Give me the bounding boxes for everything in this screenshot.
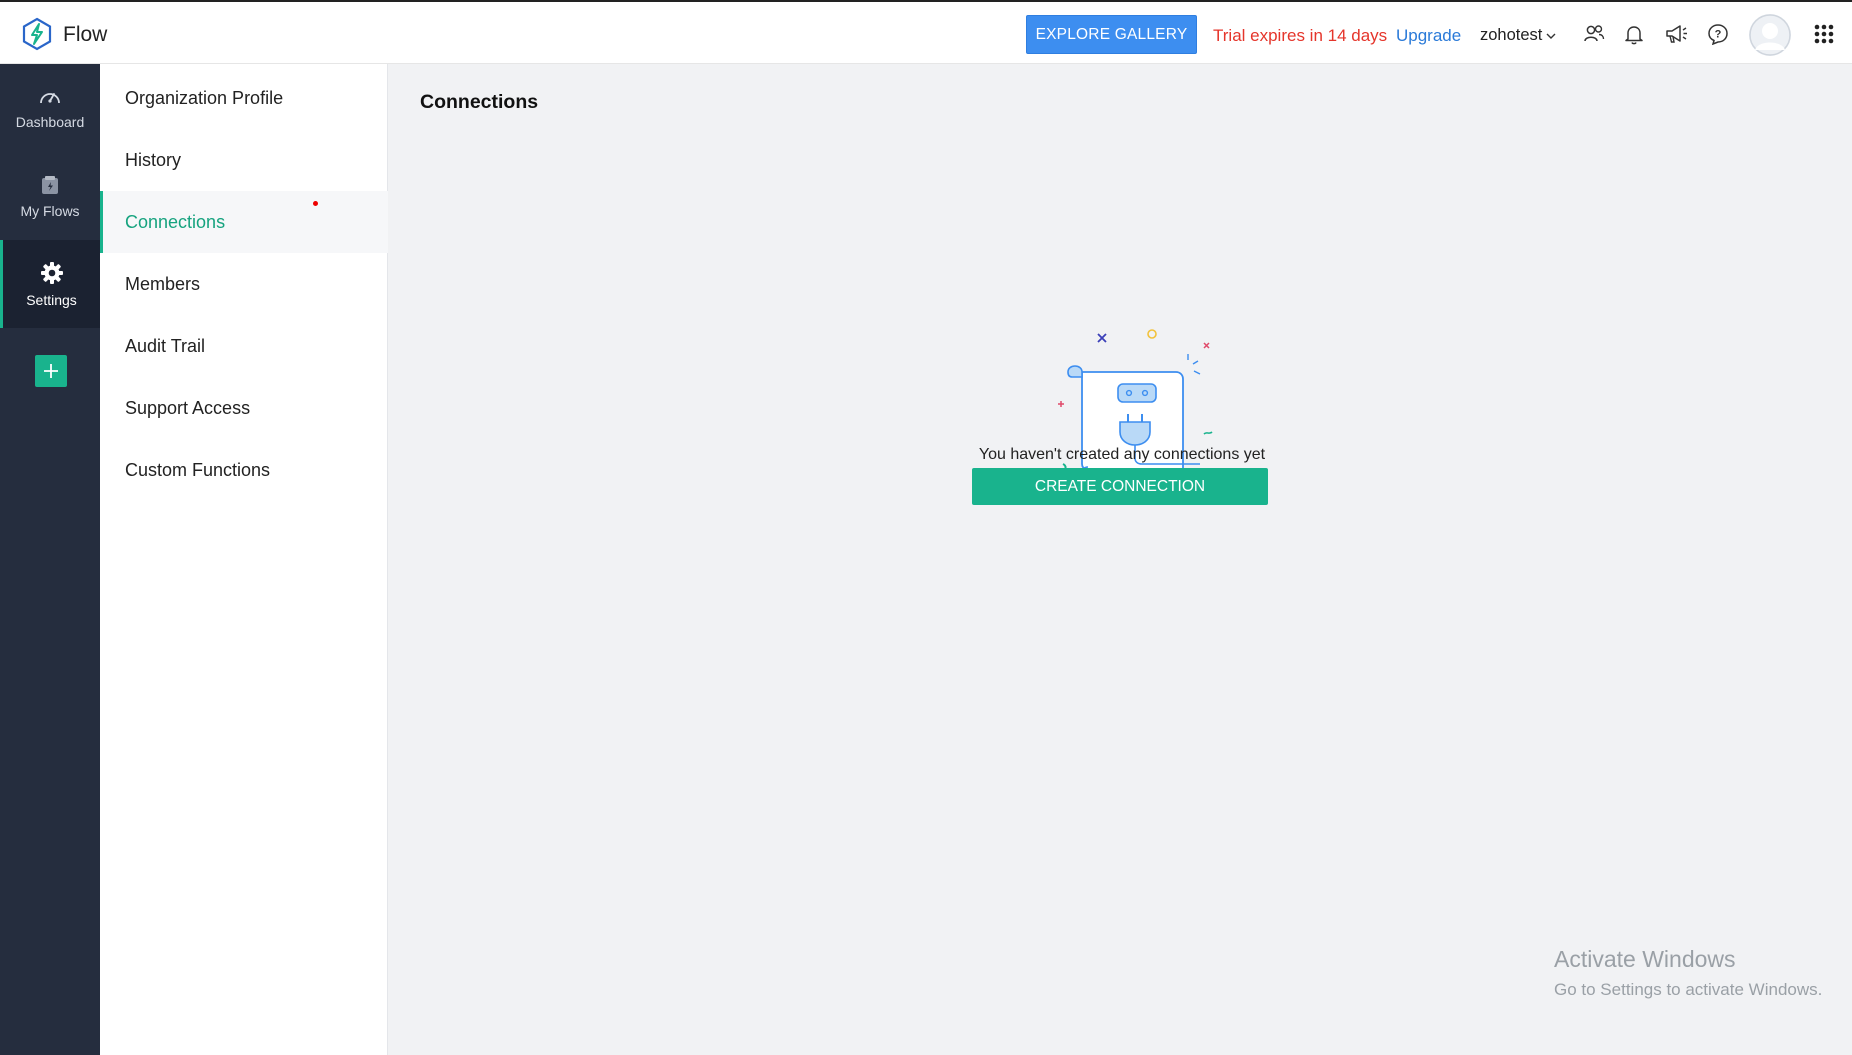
help-icon[interactable]: ? <box>1706 22 1730 46</box>
chevron-down-icon <box>1546 33 1556 39</box>
explore-gallery-button[interactable]: EXPLORE GALLERY <box>1026 15 1197 54</box>
nav-dashboard[interactable]: Dashboard <box>0 64 100 152</box>
menu-item-connections-label: Connections <box>125 211 226 232</box>
menu-item-connections[interactable]: Connections <box>100 191 388 253</box>
bell-icon[interactable] <box>1622 22 1646 46</box>
avatar[interactable] <box>1749 14 1791 56</box>
empty-state-message: You haven't created any connections yet <box>978 446 1266 463</box>
top-bar: Flow EXPLORE GALLERY Trial expires in 14… <box>0 2 1852 64</box>
nav-settings-label: Settings <box>26 292 77 308</box>
svg-text:?: ? <box>1715 29 1722 41</box>
page-title: Connections <box>420 91 539 113</box>
people-icon[interactable] <box>1582 22 1606 46</box>
menu-item-organization-profile[interactable]: Organization Profile <box>100 67 388 129</box>
notification-dot <box>313 201 318 206</box>
activate-windows-title: Activate Windows <box>1554 946 1736 972</box>
nav-my-flows-label: My Flows <box>20 203 80 219</box>
create-connection-button[interactable]: CREATE CONNECTION <box>972 468 1268 505</box>
plus-icon <box>44 364 58 378</box>
org-name: zohotest <box>1480 26 1543 44</box>
menu-item-custom-functions[interactable]: Custom Functions <box>100 439 388 501</box>
nav-dashboard-label: Dashboard <box>15 114 85 130</box>
apps-grid-icon[interactable] <box>1812 22 1836 46</box>
flow-logo-icon[interactable] <box>20 17 54 51</box>
left-nav: Dashboard My Flows Settings <box>0 64 100 1055</box>
main-content: Connections You haven't created any conn… <box>388 64 1852 1055</box>
app-title: Flow <box>63 23 108 46</box>
menu-item-members[interactable]: Members <box>100 253 388 315</box>
org-switcher[interactable]: zohotest <box>1480 26 1557 45</box>
trial-expiry-text: Trial expires in 14 days <box>1213 26 1388 45</box>
flows-icon <box>42 176 58 194</box>
menu-item-audit-trail[interactable]: Audit Trail <box>100 315 388 377</box>
add-flow-button[interactable] <box>35 355 67 387</box>
nav-settings[interactable]: Settings <box>0 240 100 328</box>
upgrade-link[interactable]: Upgrade <box>1396 26 1461 46</box>
nav-my-flows[interactable]: My Flows <box>0 152 100 240</box>
settings-menu: Organization Profile History Connections… <box>100 64 388 1055</box>
activate-windows-subtitle: Go to Settings to activate Windows. <box>1554 980 1823 999</box>
menu-item-history[interactable]: History <box>100 129 388 191</box>
megaphone-icon[interactable] <box>1664 22 1688 46</box>
gear-icon <box>40 262 63 284</box>
gauge-icon <box>40 93 60 104</box>
menu-item-support-access[interactable]: Support Access <box>100 377 388 439</box>
